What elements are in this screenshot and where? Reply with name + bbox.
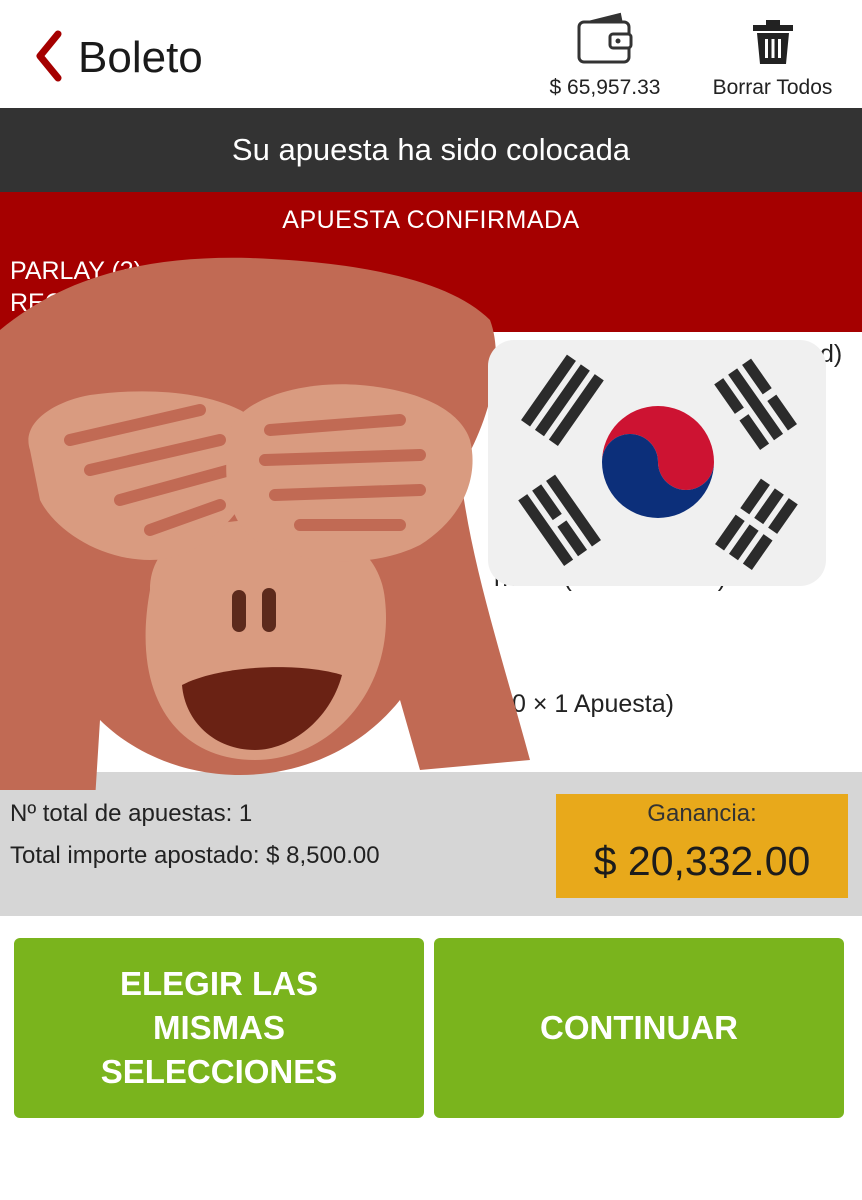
receipt-label: RECIBO xyxy=(10,289,106,317)
back-chevron-icon[interactable] xyxy=(32,30,66,82)
clear-all-button[interactable]: Borrar Todos xyxy=(700,18,845,102)
clear-all-label: Borrar Todos xyxy=(712,76,833,99)
wallet-icon xyxy=(577,12,633,64)
winnings-box: Ganancia: $ 20,332.00 xyxy=(556,794,848,898)
trash-icon xyxy=(752,20,793,64)
wallet-amount: $ 65,957.33 xyxy=(549,76,661,99)
detail-fragment: d) xyxy=(820,340,843,368)
bet-summary: Nº total de apuestas: 1 Total importe ap… xyxy=(0,772,862,916)
detail-fragment: G xyxy=(10,726,30,754)
total-bets: Nº total de apuestas: 1 xyxy=(10,800,253,827)
continue-label: CONTINUAR xyxy=(540,1009,738,1046)
detail-fragment: 0 × 1 Apuesta) xyxy=(512,690,674,718)
bet-details: d) neras (3 Priorizadas) L M 0 × 1 Apues… xyxy=(0,332,862,772)
same-selections-label: ELEGIR LAS MISMAS SELECCIONES xyxy=(100,965,338,1090)
page-title: Boleto xyxy=(78,33,203,82)
detail-fragment: neras (3 Priorizadas) xyxy=(494,564,727,592)
winnings-amount: $ 20,332.00 xyxy=(593,838,811,884)
parlay-label: PARLAY (3) xyxy=(10,257,142,285)
detail-fragment: L xyxy=(10,638,24,666)
confirmation-banner: APUESTA CONFIRMADA PARLAY (3) RECIBO xyxy=(0,192,862,332)
confirmation-title: APUESTA CONFIRMADA xyxy=(282,206,580,234)
winnings-label: Ganancia: xyxy=(647,800,757,827)
detail-fragment: M xyxy=(10,692,31,720)
same-selections-button[interactable]: ELEGIR LAS MISMAS SELECCIONES xyxy=(14,938,424,1118)
wallet-balance-button[interactable]: $ 65,957.33 xyxy=(540,12,670,102)
app-header: Boleto $ 65,957.33 Borrar Todos xyxy=(0,0,862,108)
total-stake: Total importe apostado: $ 8,500.00 xyxy=(10,842,380,869)
continue-button[interactable]: CONTINUAR xyxy=(434,938,844,1118)
bet-placed-notice: Su apuesta ha sido colocada xyxy=(0,108,862,192)
